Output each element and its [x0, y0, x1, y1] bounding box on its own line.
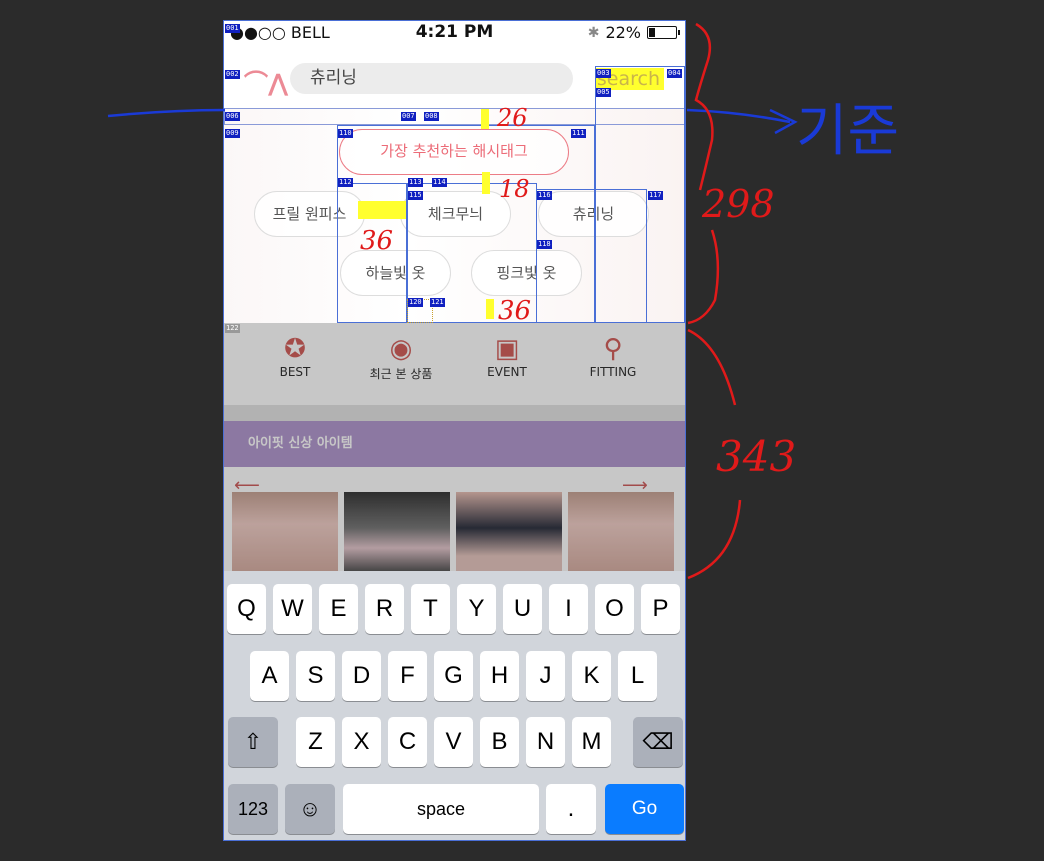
key-u[interactable]: U	[503, 584, 542, 634]
spacing-marker	[481, 109, 489, 129]
keyboard: QWERTYUIOP ASDFGHJKL ZXCVBNM ⇧ ⌫ 123 ☺ s…	[224, 571, 685, 840]
key-g[interactable]: G	[434, 651, 473, 701]
key-r[interactable]: R	[365, 584, 404, 634]
guide-label: 006	[225, 112, 240, 121]
key-i[interactable]: I	[549, 584, 588, 634]
key-a[interactable]: A	[250, 651, 289, 701]
spacing-marker	[486, 299, 494, 319]
guide-label: 111	[571, 129, 586, 138]
key-k[interactable]: K	[572, 651, 611, 701]
key-c[interactable]: C	[388, 717, 427, 767]
guide-label: 004	[667, 69, 682, 78]
key-e[interactable]: E	[319, 584, 358, 634]
battery-icon	[647, 26, 680, 39]
key-f[interactable]: F	[388, 651, 427, 701]
annotation-18: 18	[499, 175, 530, 203]
key-b[interactable]: B	[480, 717, 519, 767]
hanger-logo-icon[interactable]: ⌒⋀	[244, 63, 288, 98]
bluetooth-icon: ✱	[587, 24, 600, 41]
key-p[interactable]: P	[641, 584, 680, 634]
key-t[interactable]: T	[411, 584, 450, 634]
guide-label: 116	[537, 191, 552, 200]
brace-top	[694, 22, 714, 191]
guide-label: 113	[408, 178, 423, 187]
period-key[interactable]: .	[546, 784, 596, 834]
key-j[interactable]: J	[526, 651, 565, 701]
baseline-arrow-right	[686, 108, 798, 135]
key-o[interactable]: O	[595, 584, 634, 634]
annotation-36-left: 36	[360, 226, 394, 256]
annotation-298: 298	[702, 182, 775, 226]
guide-label: 007	[401, 112, 416, 121]
key-m[interactable]: M	[572, 717, 611, 767]
key-v[interactable]: V	[434, 717, 473, 767]
key-s[interactable]: S	[296, 651, 335, 701]
guide-label: 121	[430, 298, 445, 307]
annotation-343: 343	[716, 432, 797, 481]
baseline-line-left	[107, 108, 226, 118]
key-d[interactable]: D	[342, 651, 381, 701]
spacing-marker	[358, 201, 406, 219]
key-z[interactable]: Z	[296, 717, 335, 767]
emoji-key-icon[interactable]: ☺	[285, 784, 335, 834]
guide-label: 117	[648, 191, 663, 200]
battery-percent: 22%	[605, 23, 641, 42]
key-h[interactable]: H	[480, 651, 519, 701]
guide-label: 112	[338, 178, 353, 187]
battery-fill	[649, 28, 655, 37]
guide-label: 110	[338, 129, 353, 138]
numbers-key[interactable]: 123	[228, 784, 278, 834]
status-bar: ●●○○ BELL 4:21 PM ✱ 22%	[224, 21, 685, 45]
key-l[interactable]: L	[618, 651, 657, 701]
guide-label: 008	[424, 112, 439, 121]
status-right: ✱ 22%	[587, 23, 680, 42]
guide-label: 122	[225, 324, 240, 333]
guide-label: 115	[408, 191, 423, 200]
key-q[interactable]: Q	[227, 584, 266, 634]
go-key[interactable]: Go	[605, 784, 684, 834]
backspace-key-icon[interactable]: ⌫	[633, 717, 683, 767]
guide-label: 114	[432, 178, 447, 187]
guide-label: 120	[408, 298, 423, 307]
shift-key-icon[interactable]: ⇧	[228, 717, 278, 767]
guide-label: 009	[225, 129, 240, 138]
phone-screen: ●●○○ BELL 4:21 PM ✱ 22% ⌒⋀ 츄리닝 search 가장…	[223, 20, 686, 841]
guide-label: 001	[225, 24, 240, 33]
brace-middle	[687, 229, 720, 325]
spacing-marker	[482, 172, 490, 194]
annotation-36-bottom: 36	[498, 296, 532, 326]
guide-label: 118	[537, 240, 552, 249]
key-x[interactable]: X	[342, 717, 381, 767]
key-w[interactable]: W	[273, 584, 312, 634]
dim-overlay	[224, 323, 685, 571]
key-y[interactable]: Y	[457, 584, 496, 634]
annotation-baseline: 기준	[796, 99, 900, 164]
guide-box	[536, 189, 647, 323]
space-key[interactable]: space	[343, 784, 539, 834]
guide-label: 005	[596, 88, 611, 97]
key-n[interactable]: N	[526, 717, 565, 767]
guide-label: 002	[225, 70, 240, 79]
guide-label: 003	[596, 69, 611, 78]
annotation-26: 26	[497, 104, 528, 132]
search-input[interactable]: 츄리닝	[290, 63, 573, 94]
